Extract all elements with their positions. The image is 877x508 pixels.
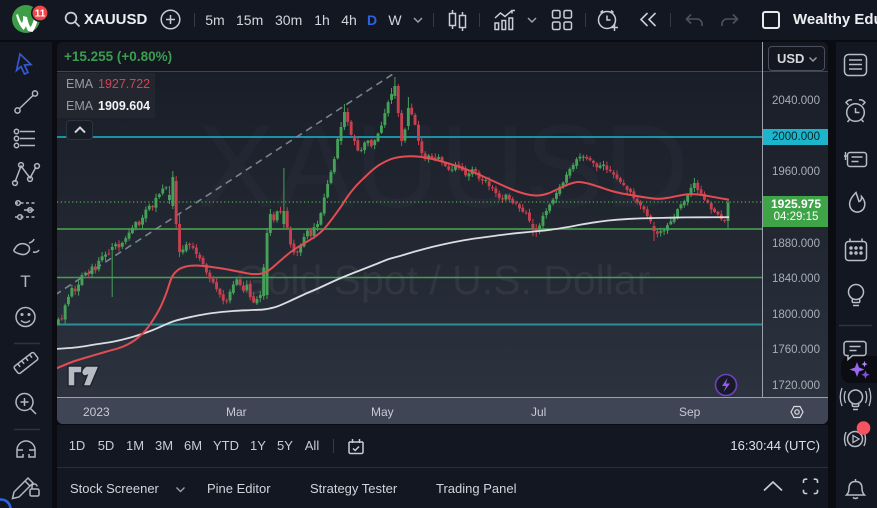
svg-text:Gold Spot / U.S. Dollar: Gold Spot / U.S. Dollar <box>236 257 651 303</box>
svg-text:T: T <box>20 272 30 291</box>
svg-text:11: 11 <box>35 9 46 20</box>
